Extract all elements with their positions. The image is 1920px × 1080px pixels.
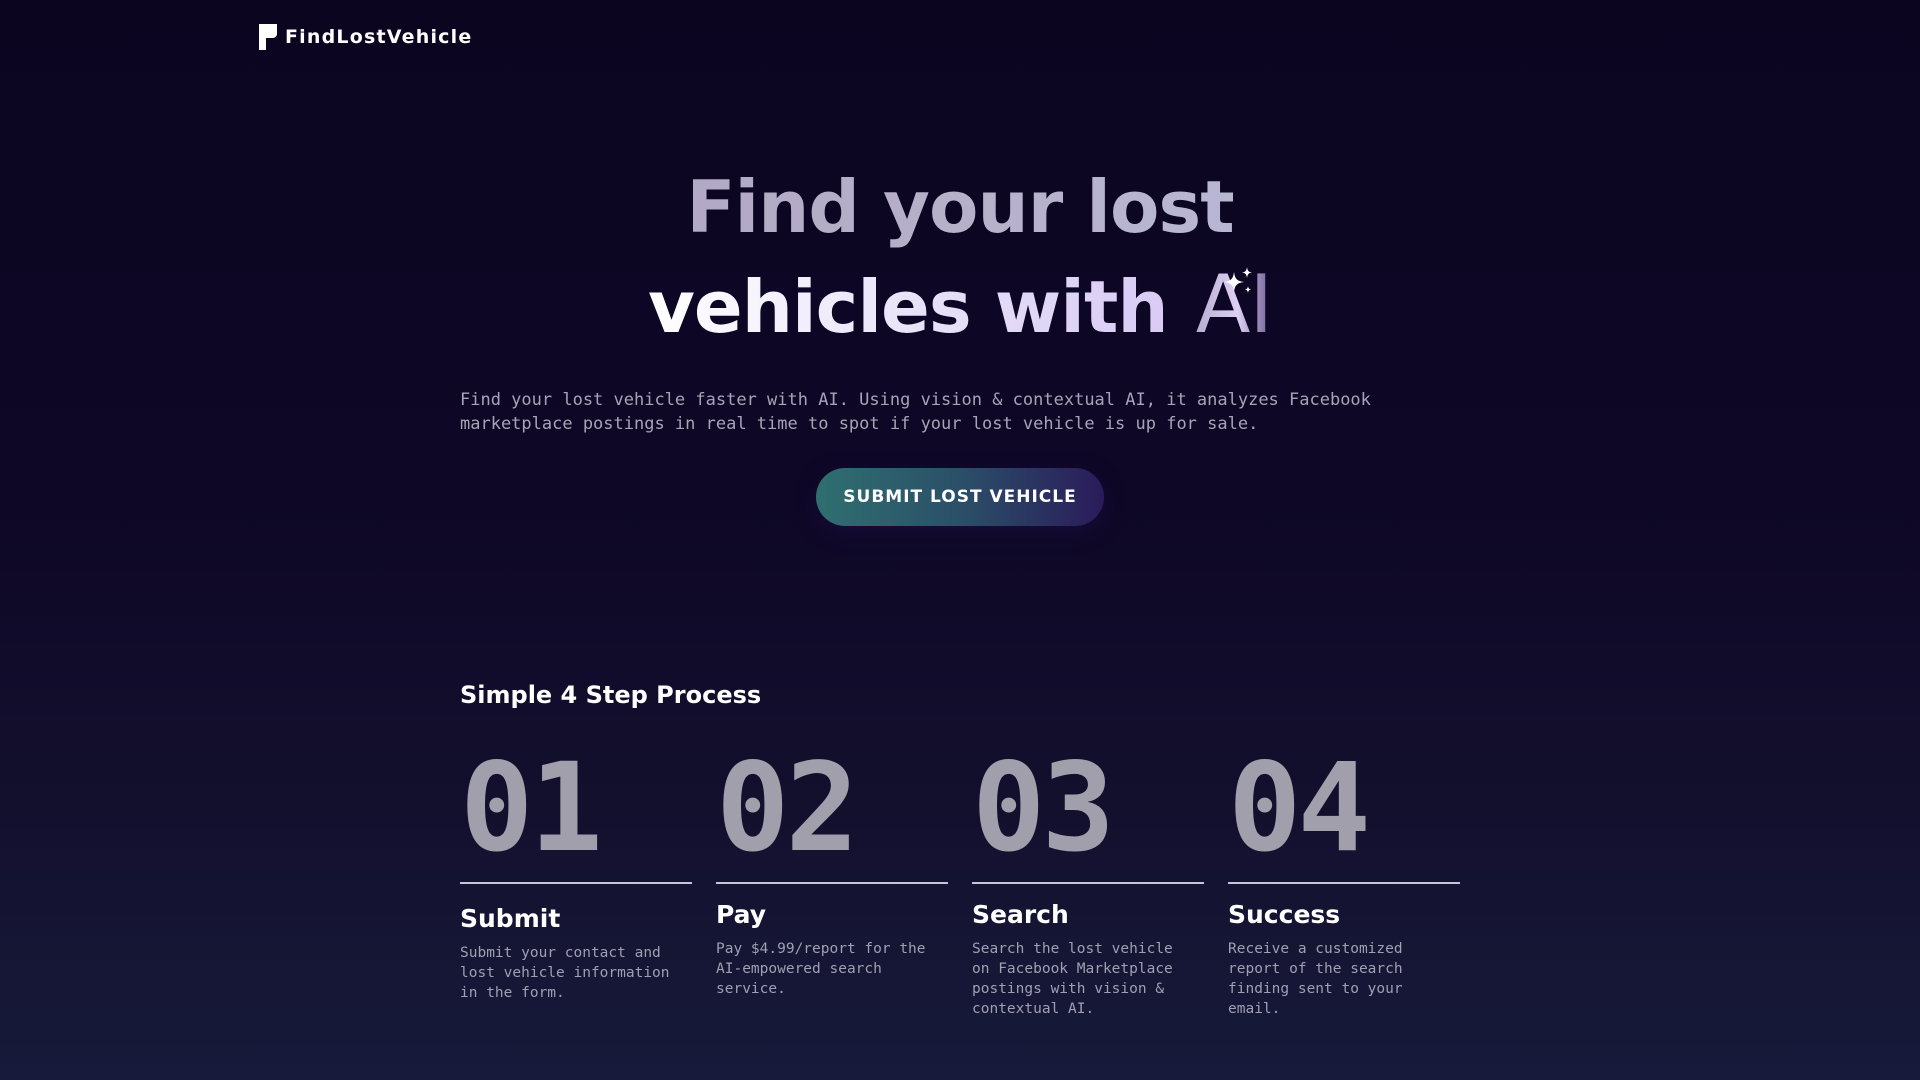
step-description: Receive a customized report of the searc… — [1228, 941, 1403, 1017]
step-divider — [460, 882, 692, 884]
step-pay: 02 Pay Pay $4.99/report for the AI-empow… — [716, 737, 948, 999]
step-description: Pay $4.99/report for the AI-empowered se… — [716, 941, 926, 997]
step-name: Pay — [716, 900, 767, 929]
step-description: Submit your contact and lost vehicle inf… — [460, 945, 670, 1001]
brand-logo-link[interactable]: FindLostVehicle — [259, 24, 472, 50]
step-divider — [972, 882, 1204, 884]
step-search: 03 Search Search the lost vehicle on Fac… — [972, 737, 1204, 1019]
step-name: Submit — [460, 904, 561, 933]
step-name: Search — [972, 900, 1069, 929]
step-name: Success — [1228, 900, 1341, 929]
hero-description: Find your lost vehicle faster with AI. U… — [460, 390, 1371, 434]
brand-name: FindLostVehicle — [285, 26, 473, 48]
submit-lost-vehicle-button[interactable]: SUBMIT LOST VEHICLE — [816, 468, 1104, 526]
step-number: 01 — [460, 737, 603, 879]
step-divider — [1228, 882, 1460, 884]
step-divider — [716, 882, 948, 884]
step-description: Search the lost vehicle on Facebook Mark… — [972, 941, 1173, 1017]
step-number: 03 — [972, 737, 1115, 879]
step-submit: 01 Submit Submit your contact and lost v… — [460, 737, 692, 1003]
sparkle-icon — [1224, 267, 1252, 293]
step-number: 04 — [1228, 737, 1371, 879]
hero-title-line1: Find your lost — [0, 158, 1920, 256]
step-success: 04 Success Receive a customized report o… — [1228, 737, 1460, 1019]
hero-title-line2: vehicles with — [648, 258, 1169, 356]
process-title: Simple 4 Step Process — [460, 681, 762, 709]
step-number: 02 — [716, 737, 859, 879]
hero-title: Find your lost vehicles with AI — [0, 158, 1920, 356]
flag-logo-icon — [259, 24, 277, 50]
